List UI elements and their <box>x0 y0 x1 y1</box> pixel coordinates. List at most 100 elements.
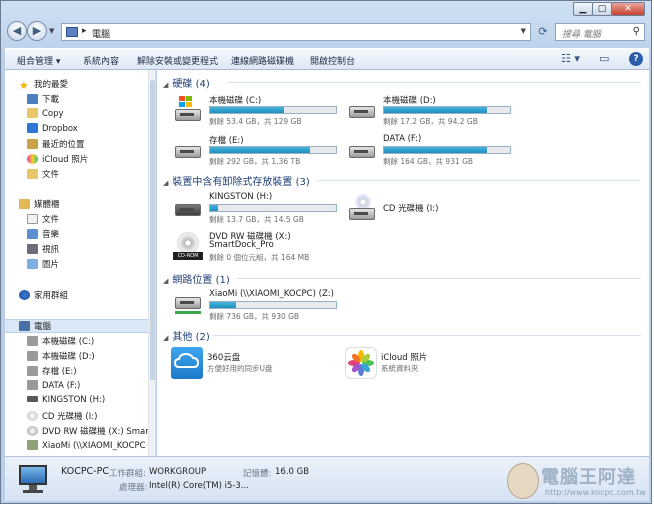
network-drive-icon <box>27 440 38 450</box>
drive-e-space: 剩餘 292 GB，共 1.36 TB <box>209 157 301 166</box>
forward-button[interactable]: ▶ <box>27 21 47 41</box>
hard-drive-icon <box>27 366 38 376</box>
nav-recent[interactable]: 最近的位置 <box>27 138 85 152</box>
disc-icon <box>177 232 199 254</box>
hard-drive-icon <box>173 136 203 162</box>
drive-z[interactable]: XiaoMi (\\XIAOMI_KOCPC) (Z:) 剩餘 736 GB，共… <box>173 289 343 325</box>
nav-drive-i[interactable]: CD 光碟機 (I:) <box>27 410 97 424</box>
nav-favorites[interactable]: ★ 我的最愛 <box>19 78 68 92</box>
nav-homegroup[interactable]: 家用群組 <box>19 289 68 303</box>
organize-button[interactable]: 組合管理 ▾ <box>17 54 60 67</box>
drive-d[interactable]: 本機磁碟 (D:) 剩餘 17.2 GB，共 94.2 GB <box>347 94 517 130</box>
nav-favorites-label: 我的最愛 <box>34 80 69 90</box>
video-icon <box>27 244 38 254</box>
hard-drive-icon <box>27 351 38 361</box>
address-row: ◀ ▶ ▼ ▸ 電腦 ▼ ⟳ 搜尋 電腦 ⚲ <box>5 19 649 45</box>
nav-drive-h[interactable]: KINGSTON (H:) <box>27 395 105 409</box>
group-divider <box>227 82 641 83</box>
map-network-drive-button[interactable]: 連線網路磁碟機 <box>231 54 294 67</box>
maximize-button[interactable]: ▢ <box>592 2 612 16</box>
close-button[interactable]: ✕ <box>611 2 645 16</box>
drive-h-name: KINGSTON (H:) <box>209 192 273 202</box>
item-icloud-photos[interactable]: iCloud 照片 系統資料夾 <box>345 347 515 383</box>
uninstall-program-button[interactable]: 解除安裝或變更程式 <box>137 54 218 67</box>
group-divider <box>317 180 641 181</box>
nav-drive-i-label: CD 光碟機 (I:) <box>42 412 98 422</box>
documents-folder-icon <box>27 169 38 179</box>
back-button[interactable]: ◀ <box>7 21 27 41</box>
item-360-cloud[interactable]: 360云盘 方便好用的同步U盘 <box>171 347 341 383</box>
drive-z-usage-fill <box>210 302 237 308</box>
open-control-panel-button[interactable]: 開啟控制台 <box>310 54 355 67</box>
group-header-removable[interactable]: ◢ 裝置中含有卸除式存放裝置 (3) <box>163 173 310 188</box>
group-divider <box>237 278 641 279</box>
nav-lib-pictures-label: 圖片 <box>42 260 60 270</box>
nav-drive-d[interactable]: 本機磁碟 (D:) <box>27 350 95 364</box>
item-360-cloud-name: 360云盘 <box>207 353 241 363</box>
nav-drive-f[interactable]: DATA (F:) <box>27 380 80 394</box>
refresh-icon[interactable]: ⟳ <box>535 24 551 40</box>
kocpc-watermark: 電腦王阿達 http://www.kocpc.com.tw <box>505 461 651 501</box>
nav-lib-pictures[interactable]: 圖片 <box>27 258 59 272</box>
nav-documents[interactable]: 文件 <box>27 168 59 182</box>
drive-c-usage-bar <box>209 106 337 114</box>
system-properties-button[interactable]: 系統內容 <box>83 54 119 67</box>
nav-computer-label: 電腦 <box>34 322 52 332</box>
drive-d-usage-fill <box>384 107 488 113</box>
drive-h[interactable]: KINGSTON (H:) 剩餘 13.7 GB，共 14.5 GB <box>173 192 343 228</box>
preview-pane-icon[interactable]: ▭ <box>599 52 609 65</box>
nav-lib-video[interactable]: 視訊 <box>27 243 59 257</box>
nav-recent-label: 最近的位置 <box>42 140 85 150</box>
group-header-other[interactable]: ◢ 其他 (2) <box>163 328 210 343</box>
breadcrumb-arrow-icon[interactable]: ▸ <box>82 26 87 36</box>
nav-homegroup-label: 家用群組 <box>34 291 69 301</box>
drive-x-volume: SmartDock_Pro <box>209 240 274 250</box>
nav-computer[interactable]: 電腦 <box>5 319 148 333</box>
content-pane: ◢ 硬碟 (4) 本機磁碟 (C:) 剩餘 53.4 GB，共 129 GB 本機… <box>157 70 649 456</box>
drive-e-usage-fill <box>210 147 310 153</box>
workgroup-label: 工作群組: <box>109 469 146 479</box>
nav-scrollbar[interactable] <box>148 70 155 456</box>
drive-i-name: CD 光碟機 (I:) <box>383 204 439 214</box>
drive-x[interactable]: CD-ROM DVD RW 磁碟機 (X:) SmartDock_Pro 剩餘 … <box>173 230 343 266</box>
address-dropdown-icon[interactable]: ▼ <box>521 27 526 35</box>
drive-f-usage-bar <box>383 146 511 154</box>
drive-c[interactable]: 本機磁碟 (C:) 剩餘 53.4 GB，共 129 GB <box>173 94 343 130</box>
nav-lib-documents[interactable]: 文件 <box>27 213 59 227</box>
nav-lib-music[interactable]: 音樂 <box>27 228 59 242</box>
cd-rom-label-icon: CD-ROM <box>173 252 203 260</box>
group-header-hard-drives[interactable]: ◢ 硬碟 (4) <box>163 75 210 90</box>
minimize-button[interactable]: ▁ <box>573 2 593 16</box>
drive-f[interactable]: DATA (F:) 剩餘 164 GB，共 931 GB <box>347 134 517 170</box>
nav-copy[interactable]: Copy <box>27 108 64 122</box>
nav-libraries[interactable]: 媒體櫃 <box>19 198 60 212</box>
back-arrow-icon: ◀ <box>12 24 22 37</box>
nav-dropbox[interactable]: Dropbox <box>27 123 78 137</box>
hard-drive-icon <box>347 136 377 162</box>
hard-drive-icon <box>27 380 38 390</box>
pc-name: KOCPC-PC <box>61 466 109 477</box>
group-header-network[interactable]: ◢ 網路位置 (1) <box>163 271 230 286</box>
nav-scrollbar-thumb[interactable] <box>150 80 155 380</box>
recent-pages-dropdown-icon[interactable]: ▼ <box>49 27 54 35</box>
nav-drive-z[interactable]: XiaoMi (\\XIAOMI_KOCPC <box>27 440 146 454</box>
nav-drive-c[interactable]: 本機磁碟 (C:) <box>27 335 94 349</box>
view-options-icon[interactable]: ☷ ▾ <box>561 52 580 65</box>
address-bar[interactable]: ▸ 電腦 ▼ <box>61 23 531 41</box>
drive-e[interactable]: 存檔 (E:) 剩餘 292 GB，共 1.36 TB <box>173 134 343 170</box>
downloads-folder-icon <box>27 94 38 104</box>
pictures-icon <box>27 259 38 269</box>
network-drive-icon <box>173 291 203 317</box>
usb-drive-icon <box>173 194 203 220</box>
drive-i[interactable]: CD 光碟機 (I:) <box>347 192 517 228</box>
nav-drive-e[interactable]: 存檔 (E:) <box>27 365 77 379</box>
nav-drive-x[interactable]: DVD RW 磁碟機 (X:) SmartI <box>27 425 155 439</box>
drive-c-name: 本機磁碟 (C:) <box>209 96 262 106</box>
address-path[interactable]: 電腦 <box>92 27 110 40</box>
drive-d-space: 剩餘 17.2 GB，共 94.2 GB <box>383 117 478 126</box>
nav-icloud[interactable]: iCloud 照片 <box>27 153 88 167</box>
search-input[interactable]: 搜尋 電腦 ⚲ <box>555 23 645 41</box>
nav-downloads[interactable]: 下載 <box>27 93 59 107</box>
help-icon[interactable]: ? <box>629 52 643 66</box>
drive-e-usage-bar <box>209 146 337 154</box>
